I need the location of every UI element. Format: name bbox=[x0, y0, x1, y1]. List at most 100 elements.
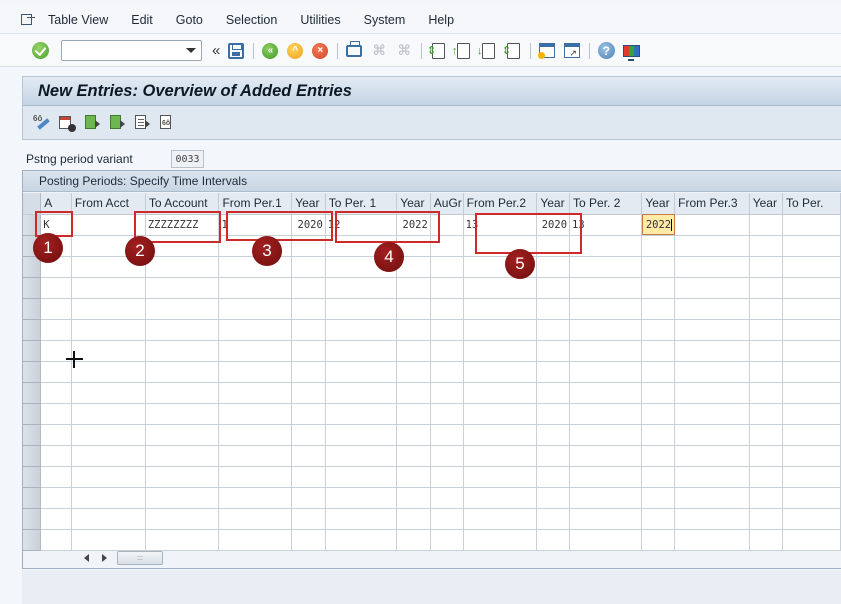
table-cell[interactable] bbox=[291, 487, 326, 509]
table-cell[interactable] bbox=[569, 424, 643, 446]
scroll-right-button[interactable] bbox=[97, 551, 111, 565]
table-cell[interactable] bbox=[569, 508, 643, 530]
table-cell[interactable] bbox=[536, 319, 571, 341]
table-cell[interactable] bbox=[641, 445, 676, 467]
column-header[interactable]: To Per. 2 bbox=[569, 193, 643, 215]
table-cell[interactable]: 2020 bbox=[536, 214, 571, 236]
table-cell[interactable] bbox=[782, 529, 841, 551]
menu-table-view[interactable]: Table View bbox=[48, 13, 108, 27]
table-cell[interactable] bbox=[145, 508, 220, 530]
column-header[interactable]: Year bbox=[291, 193, 326, 215]
exit-button[interactable]: ^ bbox=[286, 42, 304, 60]
table-cell[interactable] bbox=[291, 403, 326, 425]
table-cell[interactable] bbox=[674, 508, 750, 530]
table-cell[interactable] bbox=[569, 235, 643, 257]
table-cell[interactable] bbox=[396, 382, 431, 404]
table-cell[interactable] bbox=[396, 403, 431, 425]
table-cell[interactable] bbox=[782, 466, 841, 488]
table-cell[interactable] bbox=[218, 445, 293, 467]
table-cell[interactable] bbox=[641, 277, 676, 299]
table-cell[interactable] bbox=[71, 382, 146, 404]
table-cell[interactable] bbox=[749, 256, 784, 278]
table-cell[interactable] bbox=[430, 529, 464, 551]
select-all-button[interactable] bbox=[83, 114, 100, 131]
table-cell[interactable] bbox=[536, 487, 571, 509]
row-selector[interactable] bbox=[23, 319, 42, 341]
table-cell[interactable] bbox=[396, 487, 431, 509]
table-cell[interactable] bbox=[218, 361, 293, 383]
table-cell[interactable] bbox=[430, 361, 464, 383]
table-cell[interactable] bbox=[325, 340, 398, 362]
table-cell[interactable] bbox=[641, 256, 676, 278]
table-cell[interactable] bbox=[218, 487, 293, 509]
column-header[interactable]: To Per. bbox=[782, 193, 841, 215]
table-cell[interactable] bbox=[749, 403, 784, 425]
table-cell[interactable] bbox=[430, 277, 464, 299]
table-cell[interactable] bbox=[218, 508, 293, 530]
chevron-down-icon[interactable] bbox=[186, 48, 196, 53]
table-cell[interactable] bbox=[641, 529, 676, 551]
table-cell[interactable] bbox=[569, 340, 643, 362]
table-cell[interactable] bbox=[291, 235, 326, 257]
help-button[interactable]: ? bbox=[597, 42, 615, 60]
table-cell[interactable] bbox=[291, 466, 326, 488]
table-cell[interactable] bbox=[569, 382, 643, 404]
table-cell[interactable] bbox=[536, 529, 571, 551]
column-header[interactable]: Year bbox=[641, 193, 676, 215]
table-cell[interactable] bbox=[536, 235, 571, 257]
row-selector[interactable] bbox=[23, 445, 42, 467]
table-cell[interactable] bbox=[325, 298, 398, 320]
table-cell[interactable] bbox=[674, 340, 750, 362]
table-cell[interactable]: 2022 bbox=[396, 214, 431, 236]
table-cell[interactable] bbox=[782, 235, 841, 257]
table-cell[interactable]: 2020 bbox=[291, 214, 326, 236]
table-cell[interactable] bbox=[71, 487, 146, 509]
column-header[interactable]: A bbox=[40, 193, 72, 215]
menu-goto[interactable]: Goto bbox=[176, 13, 203, 27]
previous-page-button[interactable]: ↑ bbox=[452, 42, 472, 60]
table-cell[interactable] bbox=[536, 361, 571, 383]
table-cell[interactable] bbox=[71, 403, 146, 425]
find-button[interactable]: ⌘ bbox=[370, 42, 388, 60]
table-cell[interactable] bbox=[430, 508, 464, 530]
table-cell[interactable] bbox=[749, 361, 784, 383]
table-cell[interactable] bbox=[674, 277, 750, 299]
table-cell[interactable] bbox=[463, 424, 538, 446]
table-cell[interactable] bbox=[430, 340, 464, 362]
table-cell[interactable] bbox=[749, 466, 784, 488]
next-page-button[interactable]: ↓ bbox=[477, 42, 497, 60]
last-page-button[interactable]: ⇕ bbox=[502, 42, 522, 60]
display-change-button[interactable]: 6ô bbox=[33, 114, 50, 131]
shortcut-button[interactable]: ↗ bbox=[563, 42, 581, 60]
horizontal-scrollbar[interactable]: ::: bbox=[79, 549, 163, 567]
delete-button[interactable] bbox=[58, 114, 76, 132]
row-selector[interactable] bbox=[23, 277, 42, 299]
table-cell[interactable] bbox=[218, 403, 293, 425]
table-cell[interactable] bbox=[782, 403, 841, 425]
enter-icon[interactable] bbox=[32, 42, 49, 59]
row-selector[interactable] bbox=[23, 466, 42, 488]
table-cell[interactable] bbox=[396, 529, 431, 551]
table-cell[interactable] bbox=[674, 256, 750, 278]
table-cell[interactable] bbox=[430, 382, 464, 404]
table-cell[interactable] bbox=[463, 319, 538, 341]
table-cell[interactable] bbox=[145, 466, 220, 488]
table-cell[interactable] bbox=[569, 487, 643, 509]
table-cell[interactable] bbox=[569, 361, 643, 383]
first-page-button[interactable]: ⇕ bbox=[427, 42, 447, 60]
table-cell[interactable] bbox=[749, 214, 784, 236]
table-cell[interactable] bbox=[463, 508, 538, 530]
focused-table-cell[interactable]: 2022 bbox=[641, 214, 676, 236]
table-cell[interactable] bbox=[782, 319, 841, 341]
table-cell[interactable] bbox=[782, 361, 841, 383]
column-header[interactable]: Year bbox=[749, 193, 784, 215]
table-cell[interactable] bbox=[430, 466, 464, 488]
column-header[interactable]: Year bbox=[536, 193, 571, 215]
table-cell[interactable] bbox=[782, 382, 841, 404]
table-cell[interactable] bbox=[396, 277, 431, 299]
table-cell[interactable]: K bbox=[40, 214, 72, 236]
table-cell[interactable] bbox=[674, 235, 750, 257]
table-cell[interactable] bbox=[463, 466, 538, 488]
table-cell[interactable] bbox=[325, 466, 398, 488]
table-cell[interactable] bbox=[674, 214, 750, 236]
